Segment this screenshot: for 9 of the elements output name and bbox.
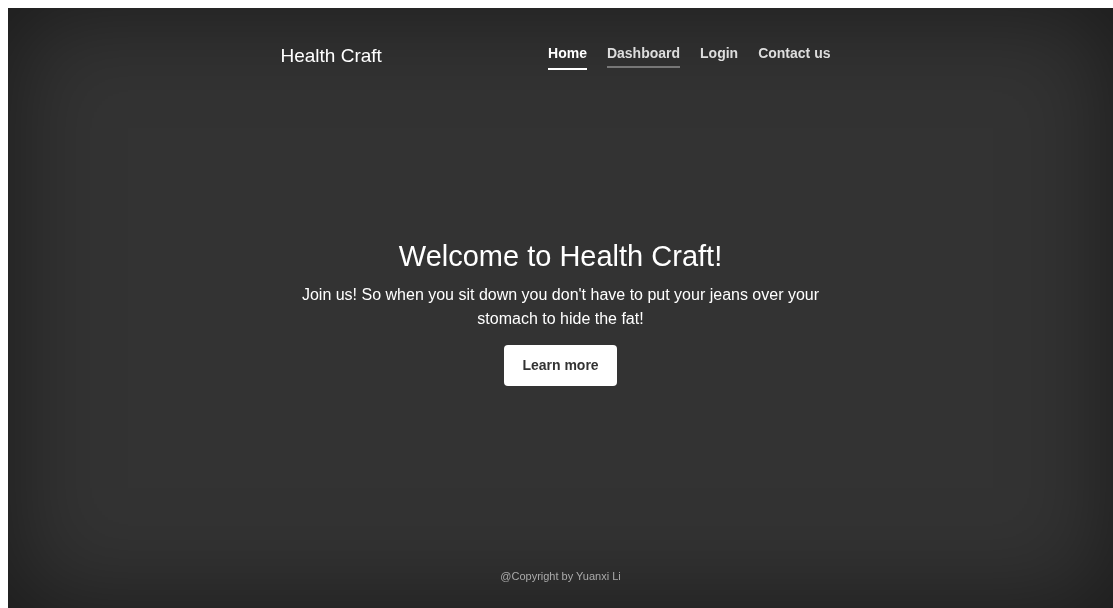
nav-link[interactable]: Dashboard: [606, 42, 681, 70]
nav-link[interactable]: Home: [548, 42, 587, 70]
hero-title: Welcome to Health Craft!: [398, 239, 723, 275]
nav-link[interactable]: Contact us: [758, 42, 831, 70]
copyright-text: @Copyright by Yuanxi Li: [500, 568, 621, 584]
learn-more-button[interactable]: Learn more: [504, 344, 617, 386]
nav-link[interactable]: Login: [700, 42, 739, 70]
hero-text: Join us! So when you sit down you don't have to put your jeans over your stomach to hide the fat!: [300, 284, 821, 329]
brand-title: Health Craft: [280, 44, 382, 68]
